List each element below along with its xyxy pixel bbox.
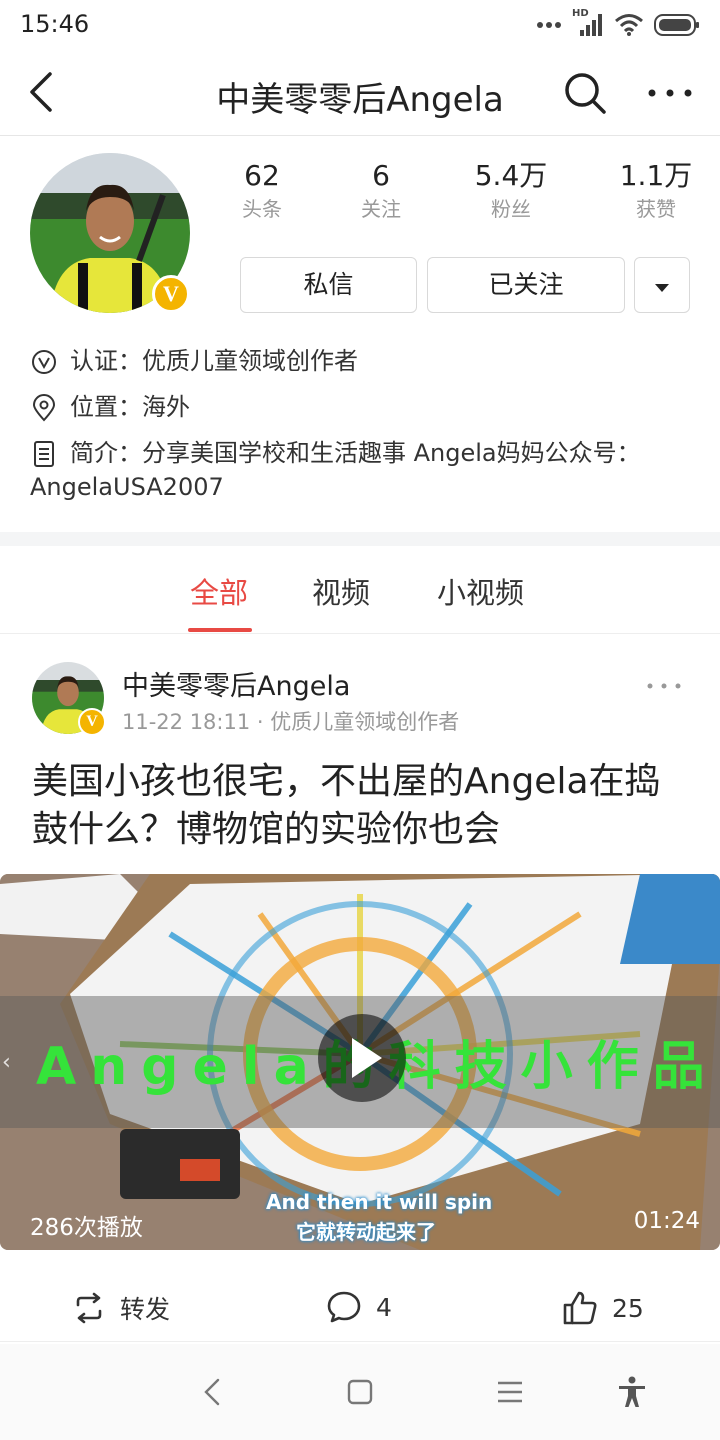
stat-value: 1.1万: [619, 159, 693, 192]
verified-icon: [32, 350, 56, 374]
location-pin-icon: [32, 394, 56, 422]
verify-text: 认证：优质儿童领域创作者: [70, 347, 358, 375]
comment-count: 4: [376, 1292, 392, 1322]
stat-value: 5.4万: [474, 159, 548, 192]
section-divider: [0, 532, 720, 546]
bio-line-2: AngelaUSA2007: [30, 473, 224, 501]
page-title: 中美零零后Angela: [216, 80, 504, 120]
stat-following[interactable]: 6 关注: [326, 158, 436, 224]
bio-line-1: 简介：分享美国学校和生活趣事 Angela妈妈公众号：: [70, 439, 641, 467]
stat-label: 头条: [242, 197, 282, 221]
video-duration: 01:24: [633, 1208, 700, 1234]
home-nav-icon[interactable]: [342, 1374, 378, 1410]
post-title[interactable]: 美国小孩也很宅，不出屋的Angela在捣鼓什么？博物馆的实验你也会: [32, 758, 692, 854]
comment-button[interactable]: 4: [326, 1290, 392, 1324]
verified-badge-icon: V: [78, 708, 106, 736]
play-icon: [352, 1038, 382, 1078]
tab-all[interactable]: 全部: [190, 570, 248, 612]
content-tabs: 全部 视频 小视频: [0, 546, 720, 634]
profile-avatar[interactable]: V: [30, 153, 190, 313]
post-author-name[interactable]: 中美零零后Angela: [122, 664, 350, 703]
tab-active-indicator: [188, 628, 252, 632]
search-icon[interactable]: [562, 70, 608, 116]
bio-text: 简介：分享美国学校和生活趣事 Angela妈妈公众号： AngelaUSA200…: [30, 436, 641, 504]
location-text: 位置：海外: [70, 393, 190, 421]
back-nav-icon[interactable]: [196, 1374, 232, 1410]
wifi-icon: [615, 14, 643, 36]
like-button[interactable]: 25: [562, 1290, 644, 1326]
bio-row: 简介：分享美国学校和生活趣事 Angela妈妈公众号： AngelaUSA200…: [30, 436, 641, 504]
thumbs-up-icon: [563, 1291, 597, 1325]
status-time: 15:46: [20, 10, 90, 38]
chevron-left-icon: ‹: [2, 1050, 11, 1075]
post-actions: 转发 4 25: [0, 1280, 720, 1342]
document-icon: [34, 441, 54, 467]
stat-label: 关注: [361, 197, 401, 221]
message-button[interactable]: 私信: [240, 257, 417, 313]
follow-dropdown-button[interactable]: [634, 257, 690, 313]
tab-short-video[interactable]: 小视频: [437, 570, 524, 612]
repost-icon: [76, 1292, 102, 1324]
verify-row: 认证：优质儿童领域创作者: [30, 344, 358, 378]
video-player[interactable]: Angela的科技小作品 ‹ And then it will spin 它就转…: [0, 874, 720, 1250]
more-icon[interactable]: [646, 70, 694, 116]
comment-icon: [327, 1291, 361, 1323]
post-meta: 11-22 18:11 · 优质儿童领域创作者: [122, 710, 460, 734]
recents-nav-icon[interactable]: [492, 1374, 528, 1410]
stat-value: 62: [244, 159, 280, 192]
play-button[interactable]: [318, 1014, 406, 1102]
signal-icon: HD: [572, 8, 604, 38]
post-author-avatar[interactable]: V: [32, 662, 106, 736]
video-views: 286次播放: [30, 1215, 143, 1241]
location-row: 位置：海外: [30, 390, 190, 424]
dots-icon: [537, 22, 561, 28]
stat-value: 6: [372, 159, 390, 192]
video-subtitle-zh: 它就转动起来了: [296, 1220, 436, 1244]
post-more-icon[interactable]: [642, 668, 686, 704]
like-count: 25: [612, 1293, 644, 1323]
video-subtitle-en: And then it will spin: [266, 1190, 493, 1214]
top-nav: 中美零零后Angela: [0, 50, 720, 136]
system-nav-bar: [0, 1344, 720, 1440]
stat-label: 粉丝: [491, 197, 531, 221]
caret-down-icon: [655, 284, 669, 292]
stat-label: 获赞: [636, 197, 676, 221]
verified-badge-icon: V: [152, 275, 190, 313]
status-bar: 15:46 HD: [0, 0, 720, 50]
battery-icon: [654, 14, 699, 36]
tab-video[interactable]: 视频: [312, 570, 370, 612]
stat-followers[interactable]: 5.4万 粉丝: [456, 158, 566, 224]
accessibility-icon[interactable]: [614, 1374, 650, 1410]
following-button[interactable]: 已关注: [427, 257, 625, 313]
stat-likes[interactable]: 1.1万 获赞: [601, 158, 711, 224]
share-button[interactable]: 转发: [72, 1290, 170, 1326]
stat-posts[interactable]: 62 头条: [207, 158, 317, 224]
share-label: 转发: [120, 1295, 171, 1324]
status-icons: HD: [536, 8, 700, 38]
